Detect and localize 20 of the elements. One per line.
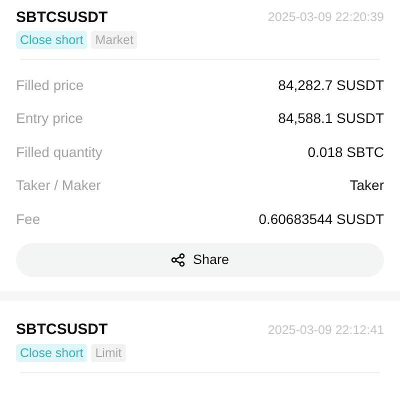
side-tag: Close short — [16, 344, 88, 362]
symbol-title: SBTCSUSDT — [16, 8, 108, 26]
field-label: Filled price — [16, 76, 84, 93]
timestamp: 2025-03-09 22:20:39 — [268, 10, 384, 24]
symbol-title: SBTCSUSDT — [16, 321, 108, 338]
field-value: 0.018 SBTC — [308, 144, 384, 160]
field-label: Entry price — [16, 110, 83, 126]
field-value: 84,588.1 SUSDT — [278, 110, 384, 126]
field-value: Taker — [350, 177, 384, 194]
order-type-tag: Limit — [91, 344, 126, 362]
field-label: Fee — [16, 210, 40, 227]
side-tag: Close short — [16, 31, 88, 49]
field-value: 0.60683544 SUSDT — [258, 210, 384, 227]
field-label: Filled quantity — [16, 144, 102, 160]
field-value: 84,282.7 SUSDT — [278, 76, 384, 93]
share-button[interactable]: Share — [16, 242, 384, 276]
field-label: Taker / Maker — [16, 177, 101, 194]
order-type-tag: Market — [91, 31, 138, 49]
timestamp: 2025-03-09 22:12:41 — [268, 322, 384, 336]
share-icon — [170, 252, 185, 266]
